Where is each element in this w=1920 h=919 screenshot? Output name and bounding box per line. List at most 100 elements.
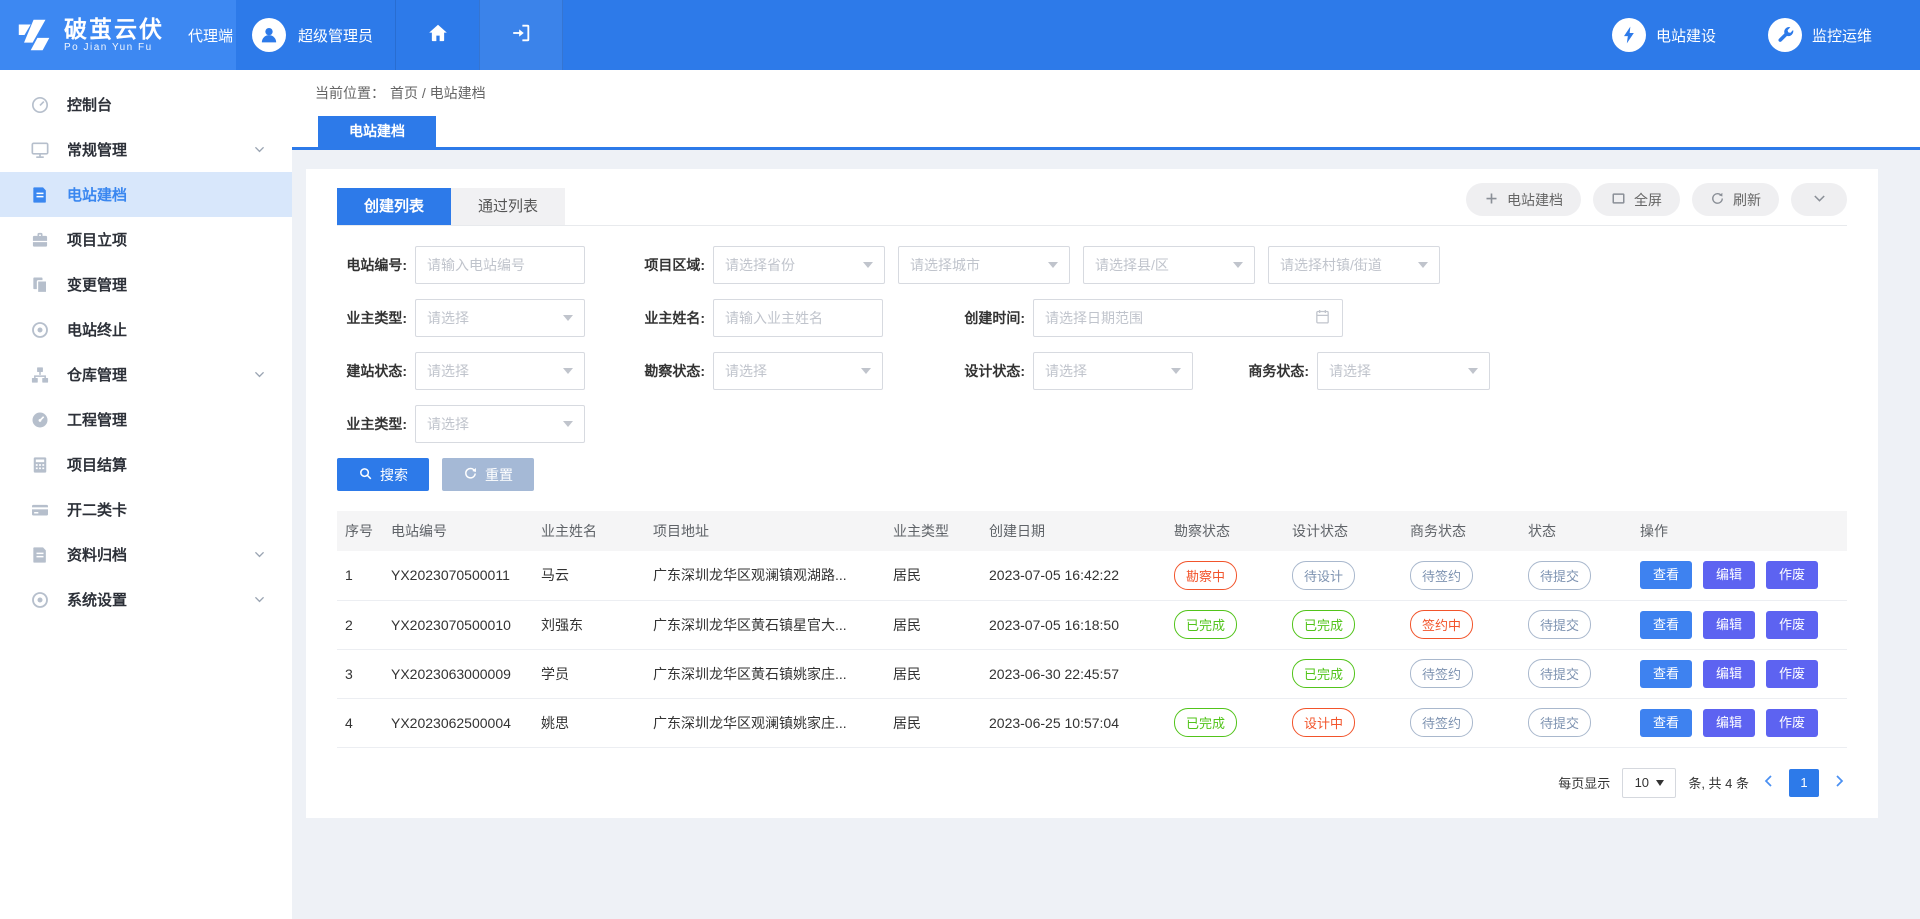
filter-label: 建站状态:	[337, 361, 407, 381]
body-row: 控制台常规管理电站建档项目立项变更管理电站终止仓库管理工程管理项目结算开二类卡资…	[0, 70, 1920, 919]
nav-station-build[interactable]: 电站建设	[1612, 18, 1716, 52]
filter-label: 创建时间:	[955, 308, 1025, 328]
cell-actions: 查看编辑作废	[1632, 600, 1847, 649]
sidebar-item-11[interactable]: 系统设置	[0, 577, 292, 622]
home-icon	[427, 22, 449, 49]
edit-button[interactable]: 编辑	[1703, 709, 1755, 737]
sidebar-item-10[interactable]: 资料归档	[0, 532, 292, 577]
owner-name-input[interactable]	[713, 299, 883, 337]
station-code-input[interactable]	[415, 246, 585, 284]
column-header: 状态	[1520, 511, 1632, 551]
sidebar-item-0[interactable]: 控制台	[0, 82, 292, 127]
chevron-down-icon	[861, 368, 871, 374]
placeholder-text: 请选择	[427, 308, 469, 328]
home-button[interactable]	[395, 0, 479, 70]
filter-row-2: 建站状态:请选择勘察状态:请选择设计状态:请选择商务状态:请选择	[337, 352, 1847, 390]
fullscreen-button[interactable]: 全屏	[1593, 183, 1680, 216]
sidebar-item-6[interactable]: 仓库管理	[0, 352, 292, 397]
table-row: 1YX2023070500011马云广东深圳龙华区观澜镇观湖路...居民2023…	[337, 551, 1847, 600]
city-select[interactable]: 请选择城市	[898, 246, 1070, 284]
void-button[interactable]: 作废	[1766, 561, 1818, 589]
view-button[interactable]: 查看	[1640, 660, 1692, 688]
gauge-icon	[30, 410, 50, 430]
chevron-right-icon	[1831, 773, 1847, 792]
content-panel: 创建列表通过列表 电站建档全屏刷新 电站编号:项目区域:请选择省份请选择城市请选…	[306, 169, 1878, 818]
placeholder-text: 请选择	[427, 414, 469, 434]
owner-type2-select[interactable]: 请选择	[415, 405, 585, 443]
cell-seq: 2	[337, 600, 383, 649]
column-header: 设计状态	[1284, 511, 1402, 551]
filter-row-0: 电站编号:项目区域:请选择省份请选择城市请选择县/区请选择村镇/街道	[337, 246, 1847, 284]
wrench-icon	[1768, 18, 1802, 52]
cell-code: YX2023070500010	[383, 600, 533, 649]
cell-owner: 姚思	[533, 698, 645, 747]
view-button[interactable]: 查看	[1640, 561, 1692, 589]
user-menu[interactable]: 超级管理员	[236, 0, 395, 70]
business-status-select[interactable]: 请选择	[1317, 352, 1490, 390]
top-header: 破茧云伏 Po Jian Yun Fu 代理端 超级管理员 电站建设监控运维	[0, 0, 1920, 70]
chevron-down-icon	[1048, 262, 1058, 268]
search-button[interactable]: 搜索	[337, 458, 429, 491]
survey-status-select[interactable]: 请选择	[713, 352, 883, 390]
filter-actions: 搜索 重置	[337, 458, 1847, 491]
prev-page-button[interactable]	[1761, 773, 1777, 792]
sidebar-item-3[interactable]: 项目立项	[0, 217, 292, 262]
chevron-down-icon	[563, 315, 573, 321]
next-page-button[interactable]	[1831, 773, 1847, 792]
status-badge: 待设计	[1292, 561, 1355, 590]
district-select[interactable]: 请选择县/区	[1083, 246, 1255, 284]
void-button[interactable]: 作废	[1766, 709, 1818, 737]
logo-icon	[14, 14, 56, 56]
status-badge: 已完成	[1174, 610, 1237, 639]
sidebar-item-5[interactable]: 电站终止	[0, 307, 292, 352]
edit-button[interactable]: 编辑	[1703, 561, 1755, 589]
collapse-button[interactable]	[1791, 183, 1847, 216]
nav-monitor-ops[interactable]: 监控运维	[1768, 18, 1872, 52]
placeholder-text: 请选择县/区	[1095, 255, 1169, 275]
province-select[interactable]: 请选择省份	[713, 246, 885, 284]
view-button[interactable]: 查看	[1640, 709, 1692, 737]
status-badge: 待签约	[1410, 561, 1473, 590]
chevron-down-icon	[253, 548, 266, 561]
void-button[interactable]: 作废	[1766, 611, 1818, 639]
toolbar-button-label: 电站建档	[1507, 190, 1563, 210]
table-row: 4YX2023062500004姚思广东深圳龙华区观澜镇姚家庄...居民2023…	[337, 698, 1847, 747]
column-header: 勘察状态	[1166, 511, 1284, 551]
cell-created: 2023-06-30 22:45:57	[981, 649, 1166, 698]
design-status-select[interactable]: 请选择	[1033, 352, 1193, 390]
build-status-select[interactable]: 请选择	[415, 352, 585, 390]
owner-type-select[interactable]: 请选择	[415, 299, 585, 337]
status-badge: 待提交	[1528, 659, 1591, 688]
edit-button[interactable]: 编辑	[1703, 660, 1755, 688]
town-select[interactable]: 请选择村镇/街道	[1268, 246, 1440, 284]
refresh-button[interactable]: 刷新	[1692, 183, 1779, 216]
breadcrumb: 当前位置： 首页 / 电站建档	[292, 70, 1920, 116]
sidebar-item-4[interactable]: 变更管理	[0, 262, 292, 307]
create-time-range-input[interactable]: 请选择日期范围	[1033, 299, 1343, 337]
page-tab[interactable]: 电站建档	[318, 116, 436, 147]
void-button[interactable]: 作废	[1766, 660, 1818, 688]
cell-actions: 查看编辑作废	[1632, 551, 1847, 600]
tab-pass-list[interactable]: 通过列表	[451, 188, 565, 225]
sidebar-item-1[interactable]: 常规管理	[0, 127, 292, 172]
per-page-select[interactable]: 10	[1622, 768, 1676, 798]
reset-button[interactable]: 重置	[442, 458, 534, 491]
logout-button[interactable]	[479, 0, 563, 70]
filter-field: 请选择县/区	[1083, 246, 1255, 284]
edit-button[interactable]: 编辑	[1703, 611, 1755, 639]
tab-create-list[interactable]: 创建列表	[337, 188, 451, 225]
sidebar-item-7[interactable]: 工程管理	[0, 397, 292, 442]
current-page-button[interactable]: 1	[1789, 769, 1819, 797]
cell-address: 广东深圳龙华区观澜镇姚家庄...	[645, 698, 885, 747]
create-station-button[interactable]: 电站建档	[1466, 183, 1581, 216]
sidebar-item-2[interactable]: 电站建档	[0, 172, 292, 217]
sidebar-item-9[interactable]: 开二类卡	[0, 487, 292, 532]
per-page-label: 每页显示	[1558, 773, 1610, 792]
cell-design-status: 已完成	[1284, 649, 1402, 698]
sidebar-item-8[interactable]: 项目结算	[0, 442, 292, 487]
chevron-down-icon	[563, 368, 573, 374]
chevron-down-icon	[253, 593, 266, 606]
view-button[interactable]: 查看	[1640, 611, 1692, 639]
logout-icon	[510, 22, 532, 49]
chevron-down-icon	[253, 368, 266, 381]
